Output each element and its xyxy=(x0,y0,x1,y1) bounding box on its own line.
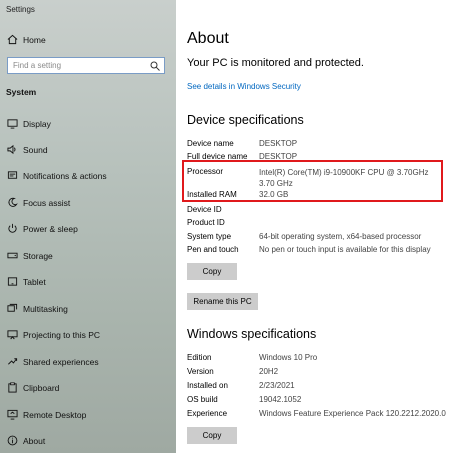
notifications-icon xyxy=(7,171,18,179)
rename-pc-button[interactable]: Rename this PC xyxy=(187,293,258,310)
sidebar: Settings Home Find a setting System Disp… xyxy=(0,0,176,453)
info-icon xyxy=(7,435,18,446)
sidebar-item-label: Shared experiences xyxy=(23,357,99,367)
windows-security-link[interactable]: See details in Windows Security xyxy=(187,82,301,91)
sidebar-section-label: System xyxy=(6,87,37,97)
search-placeholder: Find a setting xyxy=(13,61,62,70)
focus-assist-icon xyxy=(8,197,18,207)
spec-key: System type xyxy=(187,232,232,241)
sidebar-item-home[interactable]: Home xyxy=(0,31,176,49)
sidebar-item-label: Home xyxy=(23,35,46,45)
spec-value: 64-bit operating system, x64-based proce… xyxy=(259,232,422,241)
sidebar-item-label: Notifications & actions xyxy=(23,171,107,181)
spec-row-version: Version 20H2 xyxy=(187,367,469,379)
sidebar-item-projecting[interactable]: Projecting to this PC xyxy=(0,325,176,345)
spec-value: Windows 10 Pro xyxy=(259,353,318,362)
power-icon xyxy=(8,223,17,233)
windows-specifications-heading: Windows specifications xyxy=(187,327,317,341)
spec-key: Pen and touch xyxy=(187,245,239,254)
sidebar-item-label: Remote Desktop xyxy=(23,410,87,420)
spec-key: Experience xyxy=(187,409,228,418)
sidebar-item-label: Power & sleep xyxy=(23,224,78,234)
spec-key: Version xyxy=(187,367,214,376)
remote-desktop-icon xyxy=(7,409,18,420)
sidebar-item-label: Focus assist xyxy=(23,198,71,208)
spec-row-installed-on: Installed on 2/23/2021 xyxy=(187,381,469,393)
spec-value: 2/23/2021 xyxy=(259,381,295,390)
sidebar-item-label: Tablet xyxy=(23,277,46,287)
spec-value: 20H2 xyxy=(259,367,279,376)
spec-row-product-id: Product ID xyxy=(187,218,469,230)
copy-device-specs-button[interactable]: Copy xyxy=(187,263,237,280)
spec-row-installed-ram: Installed RAM 32.0 GB xyxy=(187,190,469,202)
spec-row-pen-touch: Pen and touch No pen or touch input is a… xyxy=(187,245,469,257)
spec-key: Edition xyxy=(187,353,212,362)
shared-experiences-icon xyxy=(8,358,18,365)
spec-key: Processor xyxy=(187,167,224,176)
sidebar-item-multitasking[interactable]: Multitasking xyxy=(0,299,176,319)
sidebar-item-label: Projecting to this PC xyxy=(23,330,101,340)
sidebar-item-notifications[interactable]: Notifications & actions xyxy=(0,166,176,186)
spec-row-full-device-name: Full device name DESKTOP xyxy=(187,152,469,164)
spec-key: Full device name xyxy=(187,152,248,161)
page-title: About xyxy=(187,30,229,47)
spec-value: Intel(R) Core(TM) i9-10900KF CPU @ 3.70G… xyxy=(259,168,429,188)
spec-value: 19042.1052 xyxy=(259,395,302,404)
sidebar-item-about[interactable]: About xyxy=(0,431,176,451)
spec-row-device-name: Device name DESKTOP xyxy=(187,139,469,151)
sidebar-item-label: Multitasking xyxy=(23,304,68,314)
sound-icon xyxy=(7,144,16,155)
spec-key: Device ID xyxy=(187,205,222,214)
spec-row-device-id: Device ID xyxy=(187,205,469,217)
spec-value: No pen or touch input is available for t… xyxy=(259,245,431,254)
protection-status: Your PC is monitored and protected. xyxy=(187,57,364,69)
spec-row-edition: Edition Windows 10 Pro xyxy=(187,353,469,365)
device-specifications-heading: Device specifications xyxy=(187,113,304,127)
spec-key: Installed RAM xyxy=(187,190,237,199)
sidebar-item-sound[interactable]: Sound xyxy=(0,140,176,160)
multitasking-icon xyxy=(7,303,18,312)
sidebar-item-shared-experiences[interactable]: Shared experiences xyxy=(0,352,176,372)
sidebar-item-label: About xyxy=(23,436,46,446)
display-icon xyxy=(7,119,18,129)
storage-icon xyxy=(7,252,18,259)
spec-row-experience: Experience Windows Feature Experience Pa… xyxy=(187,409,469,421)
spec-key: Product ID xyxy=(187,218,225,227)
projecting-icon xyxy=(7,330,18,340)
clipboard-icon xyxy=(8,382,17,393)
spec-value: 32.0 GB xyxy=(259,190,289,199)
sidebar-item-focus-assist[interactable]: Focus assist xyxy=(0,193,176,213)
spec-value: DESKTOP xyxy=(259,152,298,161)
sidebar-item-label: Clipboard xyxy=(23,383,60,393)
home-icon xyxy=(7,34,18,45)
spec-row-os-build: OS build 19042.1052 xyxy=(187,395,469,407)
spec-value: Windows Feature Experience Pack 120.2212… xyxy=(259,409,446,418)
spec-row-system-type: System type 64-bit operating system, x64… xyxy=(187,232,469,244)
spec-value: DESKTOP xyxy=(259,139,298,148)
sidebar-item-label: Display xyxy=(23,119,51,129)
sidebar-item-label: Storage xyxy=(23,251,53,261)
search-input[interactable]: Find a setting xyxy=(7,57,165,74)
sidebar-item-tablet[interactable]: Tablet xyxy=(0,272,176,292)
sidebar-item-power-sleep[interactable]: Power & sleep xyxy=(0,219,176,239)
sidebar-item-clipboard[interactable]: Clipboard xyxy=(0,378,176,398)
spec-key: Installed on xyxy=(187,381,228,390)
sidebar-item-remote-desktop[interactable]: Remote Desktop xyxy=(0,405,176,425)
sidebar-item-label: Sound xyxy=(23,145,48,155)
window-title: Settings xyxy=(6,5,35,14)
spec-key: Device name xyxy=(187,139,234,148)
tablet-icon xyxy=(7,277,18,286)
search-icon xyxy=(150,61,160,71)
sidebar-item-display[interactable]: Display xyxy=(0,114,176,134)
spec-key: OS build xyxy=(187,395,218,404)
sidebar-item-storage[interactable]: Storage xyxy=(0,246,176,266)
copy-windows-specs-button[interactable]: Copy xyxy=(187,427,237,444)
main-content: About Your PC is monitored and protected… xyxy=(176,0,474,453)
